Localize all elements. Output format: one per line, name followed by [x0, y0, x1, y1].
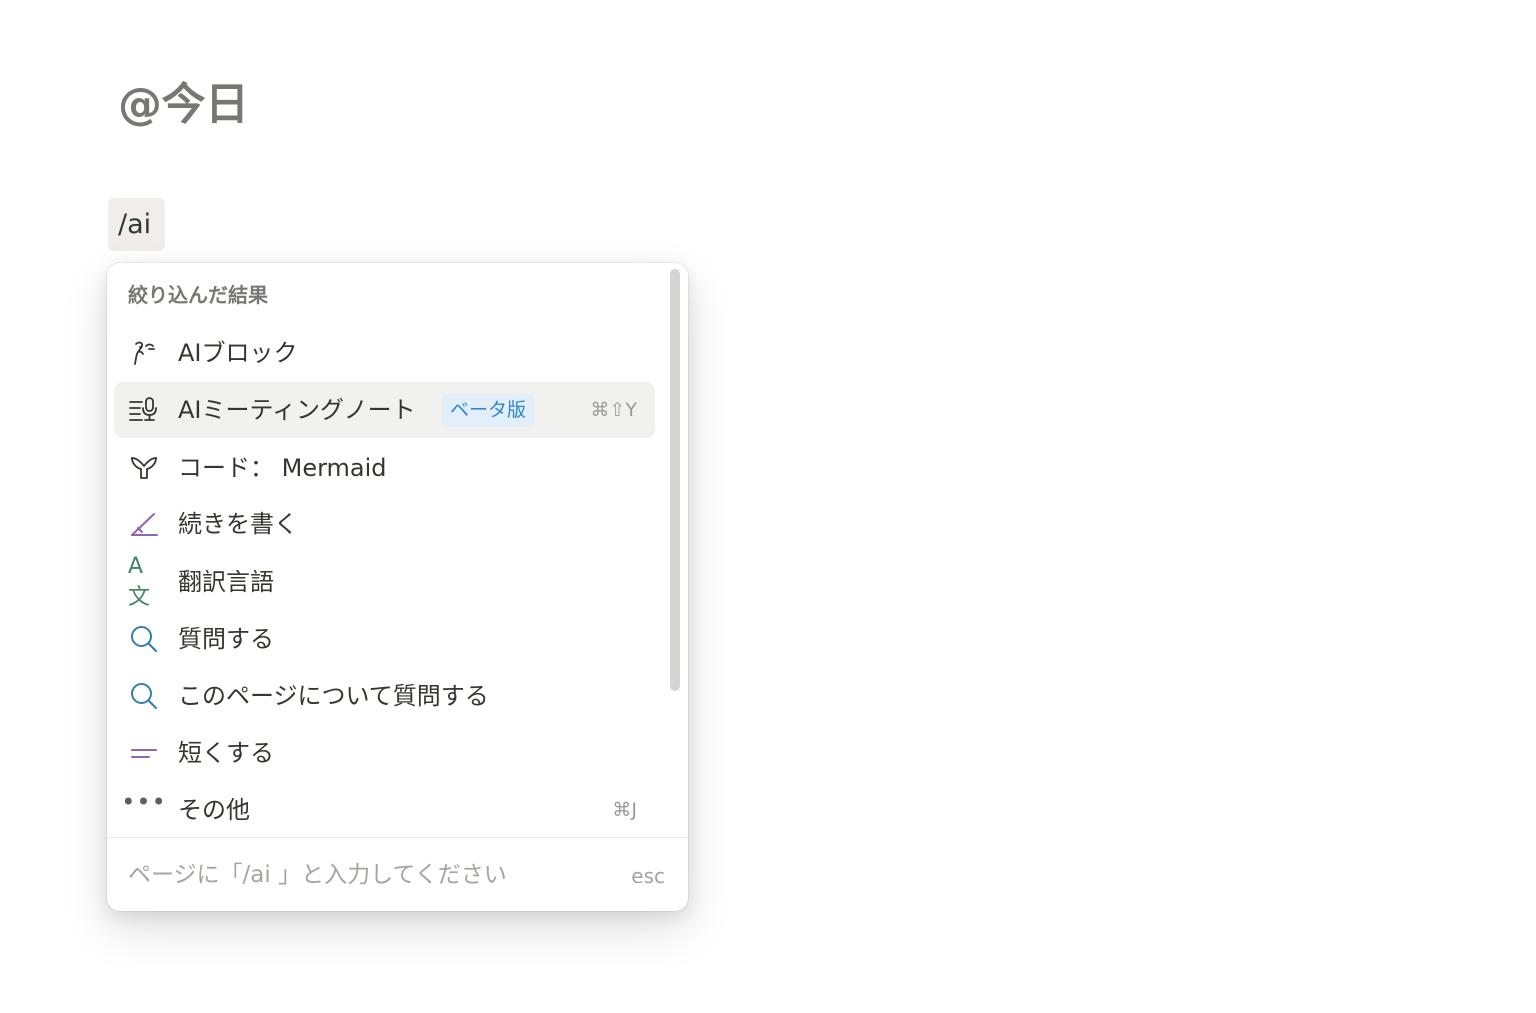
menu-item-label: その他	[178, 796, 250, 824]
esc-hint[interactable]: esc	[631, 838, 665, 911]
menu-item-label: 短くする	[178, 739, 274, 767]
mermaid-tail-icon	[128, 452, 160, 484]
menu-item-continue-writing[interactable]: 続きを書く	[114, 496, 655, 552]
slash-command-input[interactable]: /ai	[108, 198, 165, 251]
page-title[interactable]: @今日	[118, 76, 249, 134]
menu-item-label: 質問する	[178, 625, 274, 653]
menu-item-label: 翻訳言語	[178, 568, 274, 596]
menu-item-ai-block[interactable]: AIブロック	[114, 325, 655, 381]
beta-badge: ベータ版	[442, 394, 535, 427]
menu-item-label: AIミーティングノート	[178, 396, 416, 424]
search-icon	[128, 680, 160, 712]
menu-item-label: AIブロック	[178, 339, 298, 367]
menu-item-label: コード： Mermaid	[178, 454, 387, 482]
menu-item-more[interactable]: ••• その他 ⌘J	[114, 782, 655, 837]
menu-item-ask-about-page[interactable]: このページについて質問する	[114, 668, 655, 724]
shorten-lines-icon	[128, 737, 160, 769]
pen-angle-icon	[128, 508, 160, 540]
shortcut-hint: ⌘J	[612, 799, 637, 821]
page: @今日 /ai 絞り込んだ結果 AIブロック AIミーティングノート ベータ版 …	[0, 0, 1536, 1013]
menu-item-code-mermaid[interactable]: コード： Mermaid	[114, 440, 655, 496]
menu-item-label: 続きを書く	[178, 510, 298, 538]
shortcut-hint: ⌘⇧Y	[590, 399, 637, 421]
menu-item-ask[interactable]: 質問する	[114, 611, 655, 667]
scrollbar-thumb[interactable]	[670, 269, 680, 691]
more-dots-icon: •••	[121, 788, 167, 816]
menu-scroll-area[interactable]: 絞り込んだ結果 AIブロック AIミーティングノート ベータ版 ⌘⇧Y コード：…	[107, 263, 688, 837]
menu-footer: ページに「/ai 」と入力してください esc	[107, 837, 688, 911]
menu-item-translate[interactable]: A文 翻訳言語	[114, 554, 655, 610]
section-header: 絞り込んだ結果	[128, 283, 268, 307]
footer-hint: ページに「/ai 」と入力してください	[128, 862, 507, 888]
menu-item-label: このページについて質問する	[178, 682, 489, 710]
ai-face-icon	[128, 337, 160, 369]
meeting-notes-mic-icon	[128, 394, 160, 426]
menu-item-ai-meeting-notes[interactable]: AIミーティングノート ベータ版 ⌘⇧Y	[114, 382, 655, 438]
ai-command-menu: 絞り込んだ結果 AIブロック AIミーティングノート ベータ版 ⌘⇧Y コード：…	[107, 263, 688, 911]
menu-item-shorten[interactable]: 短くする	[114, 725, 655, 781]
translate-icon: A文	[128, 553, 150, 610]
search-icon	[128, 623, 160, 655]
